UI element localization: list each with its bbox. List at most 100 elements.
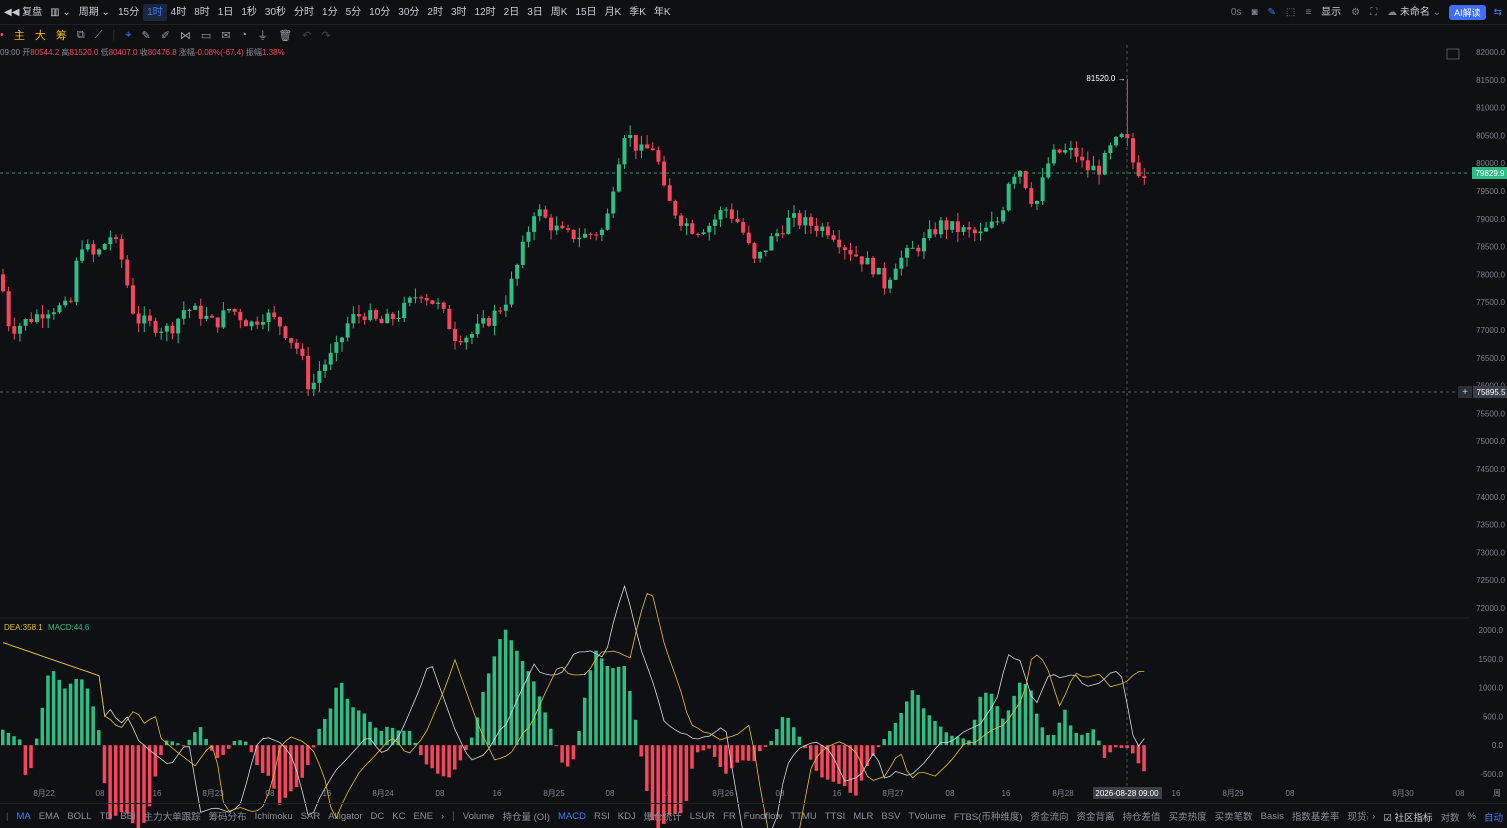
main-indicator-4[interactable]: BBI (116, 811, 139, 822)
main-indicator-5[interactable]: 主力大单跟踪 (140, 809, 205, 823)
period-button[interactable]: 周期 ⌄ (75, 0, 114, 25)
sub-indicator-11[interactable]: MLR (849, 811, 877, 822)
main-toggle[interactable]: 主 (9, 27, 30, 43)
main-indicator-11[interactable]: KC (388, 811, 409, 822)
sub-indicator-1[interactable]: 持仓量 (OI) (498, 809, 554, 823)
macd-tick-label: 2000.0 (1479, 626, 1504, 635)
more-main-icon[interactable]: › (437, 811, 448, 822)
interval-13[interactable]: 3时 (447, 0, 471, 25)
sub-indicator-0[interactable]: Volume (459, 811, 499, 822)
interval-0[interactable]: 15分 (114, 0, 143, 25)
indicator-icon[interactable]: ⟋ (90, 29, 108, 42)
sub-indicator-2[interactable]: MACD (554, 811, 590, 822)
pattern-tool-icon[interactable]: ⋈ (175, 29, 196, 42)
time-tick-label: 08 (1286, 789, 1295, 798)
interval-9[interactable]: 5分 (342, 0, 366, 25)
compare-icon[interactable]: ⧉ (72, 29, 90, 42)
sub-indicator-5[interactable]: 爆仓统计 (640, 809, 686, 823)
measure-icon[interactable]: ◔ (236, 29, 253, 41)
fullscreen-icon[interactable]: ⛶ (1365, 0, 1382, 25)
sub-indicator-13[interactable]: TVolume (904, 811, 950, 822)
sub-indicator-12[interactable]: BSV (877, 811, 904, 822)
main-indicator-7[interactable]: Ichimoku (251, 811, 297, 822)
filter-icon[interactable]: ⏚ (252, 27, 273, 43)
crosshair-tool-icon[interactable]: ⌖ (120, 29, 136, 42)
main-indicator-8[interactable]: SAR (297, 811, 325, 822)
pencil-tool-icon[interactable]: ✎ (136, 29, 155, 42)
sub-indicator-20[interactable]: Basis (1257, 811, 1288, 822)
interval-3[interactable]: 8时 (190, 0, 214, 25)
main-indicator-3[interactable]: TD (96, 811, 117, 822)
undo-icon[interactable]: ↶ (297, 29, 316, 42)
interval-17[interactable]: 周K (547, 0, 572, 25)
candle-body (814, 225, 819, 231)
note-icon[interactable]: ✉ (216, 29, 235, 42)
chart-type-button[interactable]: ▥ ⌄ (46, 0, 75, 25)
sub-indicator-6[interactable]: LSUR (686, 811, 719, 822)
interval-18[interactable]: 15日 (571, 0, 600, 25)
bar-divider: | (6, 810, 9, 822)
sub-indicator-18[interactable]: 买卖热度 (1165, 809, 1211, 823)
community-indicators-button[interactable]: ☑ 社区指标 (1379, 810, 1436, 824)
sub-indicator-16[interactable]: 资金背离 (1073, 809, 1119, 823)
clipboard-icon[interactable]: ▭ (196, 29, 216, 42)
interval-21[interactable]: 年K (650, 0, 675, 25)
time-tick-label: 8月26 (712, 789, 734, 798)
percent-toggle[interactable]: % (1464, 811, 1480, 822)
main-indicator-10[interactable]: DC (367, 811, 389, 822)
interval-10[interactable]: 10分 (365, 0, 394, 25)
candle-body (368, 310, 373, 320)
interval-15[interactable]: 2日 (500, 0, 524, 25)
settings-icon[interactable]: ⚙ (1346, 0, 1365, 25)
interval-20[interactable]: 季K (625, 0, 650, 25)
big-order-toggle[interactable]: 大 (30, 27, 51, 43)
trash-icon[interactable]: 🗑 (273, 29, 297, 42)
sub-indicator-15[interactable]: 资金流向 (1027, 809, 1073, 823)
share-icon[interactable]: ⇆ (1489, 0, 1507, 25)
sub-indicator-4[interactable]: KDJ (614, 811, 640, 822)
chip-toggle[interactable]: 筹 (51, 27, 72, 43)
auto-toggle[interactable]: 自动 (1480, 810, 1507, 824)
main-indicator-2[interactable]: BOLL (63, 811, 95, 822)
interval-16[interactable]: 3日 (523, 0, 547, 25)
interval-19[interactable]: 月K (601, 0, 626, 25)
interval-12[interactable]: 2时 (423, 0, 447, 25)
sub-indicator-9[interactable]: TTMU (786, 811, 820, 822)
sub-indicator-17[interactable]: 持仓差值 (1119, 809, 1165, 823)
ai-button[interactable]: AI解读 (1449, 5, 1486, 20)
main-indicator-12[interactable]: ENE (409, 811, 437, 822)
pen-icon[interactable]: ✎ (1262, 0, 1280, 25)
sub-indicator-8[interactable]: Fundflow (740, 811, 787, 822)
interval-4[interactable]: 1日 (214, 0, 238, 25)
main-indicator-1[interactable]: EMA (35, 811, 64, 822)
menu-icon[interactable]: ≡ (1300, 0, 1316, 25)
sub-indicator-19[interactable]: 买卖笔数 (1211, 809, 1257, 823)
interval-1[interactable]: 1时 (143, 3, 167, 21)
log-toggle[interactable]: 对数 (1437, 810, 1464, 824)
interval-6[interactable]: 30秒 (261, 0, 290, 25)
interval-14[interactable]: 12时 (471, 0, 500, 25)
sub-indicator-10[interactable]: TTSI (821, 811, 850, 822)
price-chart[interactable]: 82000.0 81500.0 81000.0 80500.0 80000.0 79500… (0, 0, 1507, 828)
layout-icon[interactable]: ⬚ (1281, 0, 1300, 25)
main-indicator-9[interactable]: Alligator (324, 811, 366, 822)
interval-2[interactable]: 4时 (167, 0, 191, 25)
main-indicator-0[interactable]: MA (12, 811, 34, 822)
interval-5[interactable]: 1秒 (237, 0, 261, 25)
macd-bar (147, 745, 152, 807)
sub-indicator-21[interactable]: 指数基差率 (1288, 809, 1344, 823)
camera-icon[interactable]: ◙ (1246, 0, 1262, 25)
sub-indicator-7[interactable]: FR (719, 811, 740, 822)
brush-tool-icon[interactable]: ✐ (156, 29, 175, 42)
sub-indicator-3[interactable]: RSI (590, 811, 614, 822)
interval-8[interactable]: 1分 (318, 0, 342, 25)
more-sub-icon[interactable]: › (1368, 811, 1379, 822)
redo-icon[interactable]: ↷ (316, 29, 335, 42)
interval-11[interactable]: 30分 (394, 0, 423, 25)
cloud-icon[interactable]: ☁ 未命名 ⌄ (1382, 0, 1446, 25)
interval-7[interactable]: 分时 (290, 0, 318, 25)
main-indicator-6[interactable]: 筹码分布 (205, 809, 251, 823)
sub-indicator-14[interactable]: FTBS(币种维度) (950, 809, 1027, 823)
replay-button[interactable]: ◀◀ 复盘 (0, 0, 46, 25)
display-button[interactable]: 显示 (1316, 0, 1346, 25)
